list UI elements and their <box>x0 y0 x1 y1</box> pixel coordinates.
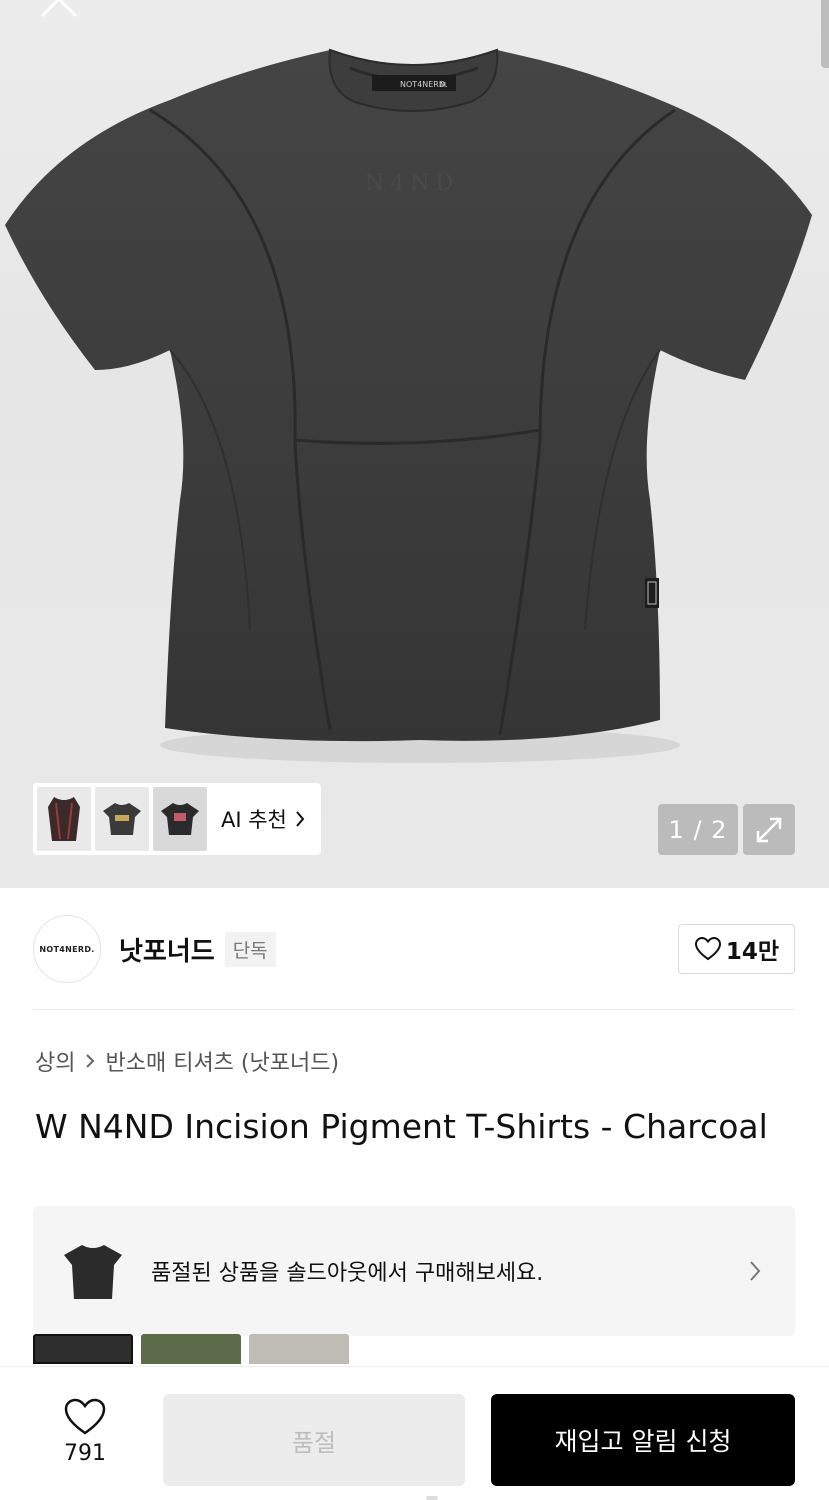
swatch-grey[interactable] <box>249 1334 349 1364</box>
wishlist-count: 791 <box>64 1441 106 1466</box>
expand-button[interactable] <box>743 804 795 855</box>
brand-logo[interactable]: NOT4NERD. <box>33 915 101 983</box>
brand-like-button[interactable]: 14만 <box>678 924 795 974</box>
banner-thumbnail <box>59 1233 127 1309</box>
bottom-action-bar: 791 품절 재입고 알림 신청 <box>0 1366 829 1500</box>
breadcrumb-item-category[interactable]: 상의 <box>35 1045 75 1077</box>
swatch-khaki[interactable] <box>141 1334 241 1364</box>
chevron-right-icon <box>296 811 305 827</box>
expand-icon <box>756 817 782 842</box>
chevron-right-icon <box>750 1261 761 1281</box>
thumbnail-2[interactable] <box>95 787 149 851</box>
brand-name[interactable]: 낫포너드 <box>119 931 215 968</box>
ai-recommend-link[interactable]: AI 추천 <box>221 804 305 834</box>
breadcrumb-item-subcategory[interactable]: 반소매 티셔츠 (낫포너드) <box>105 1045 339 1077</box>
product-image: NOT4NERD. M N4ND <box>5 48 812 763</box>
close-icon <box>40 0 78 18</box>
thumbnail-1[interactable] <box>37 787 91 851</box>
brand-row: NOT4NERD. 낫포너드 단독 14만 <box>33 912 795 986</box>
product-title: W N4ND Incision Pigment T-Shirts - Charc… <box>35 1107 768 1146</box>
embossed-logo: N4ND <box>365 171 459 196</box>
brand-like-count: 14만 <box>725 939 780 965</box>
neck-tag-size: M <box>440 81 446 89</box>
exclusive-badge: 단독 <box>224 931 276 967</box>
soldout-button: 품절 <box>163 1394 465 1486</box>
breadcrumb: 상의 반소매 티셔츠 (낫포너드) <box>35 1045 339 1077</box>
swatch-charcoal[interactable] <box>33 1334 133 1364</box>
ai-recommend-label: AI 추천 <box>221 808 287 832</box>
heart-icon <box>64 1398 106 1435</box>
divider <box>33 1009 795 1010</box>
chevron-right-icon <box>86 1054 95 1068</box>
restock-alert-button[interactable]: 재입고 알림 신청 <box>491 1394 795 1486</box>
ai-recommend-strip[interactable]: AI 추천 <box>33 783 321 855</box>
product-detail-page: NOT4NERD. M N4ND AI 추천 1 / 2 NOT4NERD. 낫… <box>0 0 829 1500</box>
wishlist-button[interactable]: 791 <box>55 1397 115 1481</box>
heart-icon <box>694 936 721 961</box>
product-gallery[interactable]: NOT4NERD. M N4ND AI 추천 1 / 2 <box>0 0 829 888</box>
thumbnail-3[interactable] <box>153 787 207 851</box>
soldout-banner[interactable]: 품절된 상품을 솔드아웃에서 구매해보세요. <box>33 1206 795 1336</box>
close-button[interactable] <box>30 0 90 22</box>
image-counter: 1 / 2 <box>658 804 738 855</box>
soldout-banner-text: 품절된 상품을 솔드아웃에서 구매해보세요. <box>151 1261 544 1286</box>
home-indicator <box>426 1496 438 1500</box>
color-swatches <box>33 1334 349 1364</box>
